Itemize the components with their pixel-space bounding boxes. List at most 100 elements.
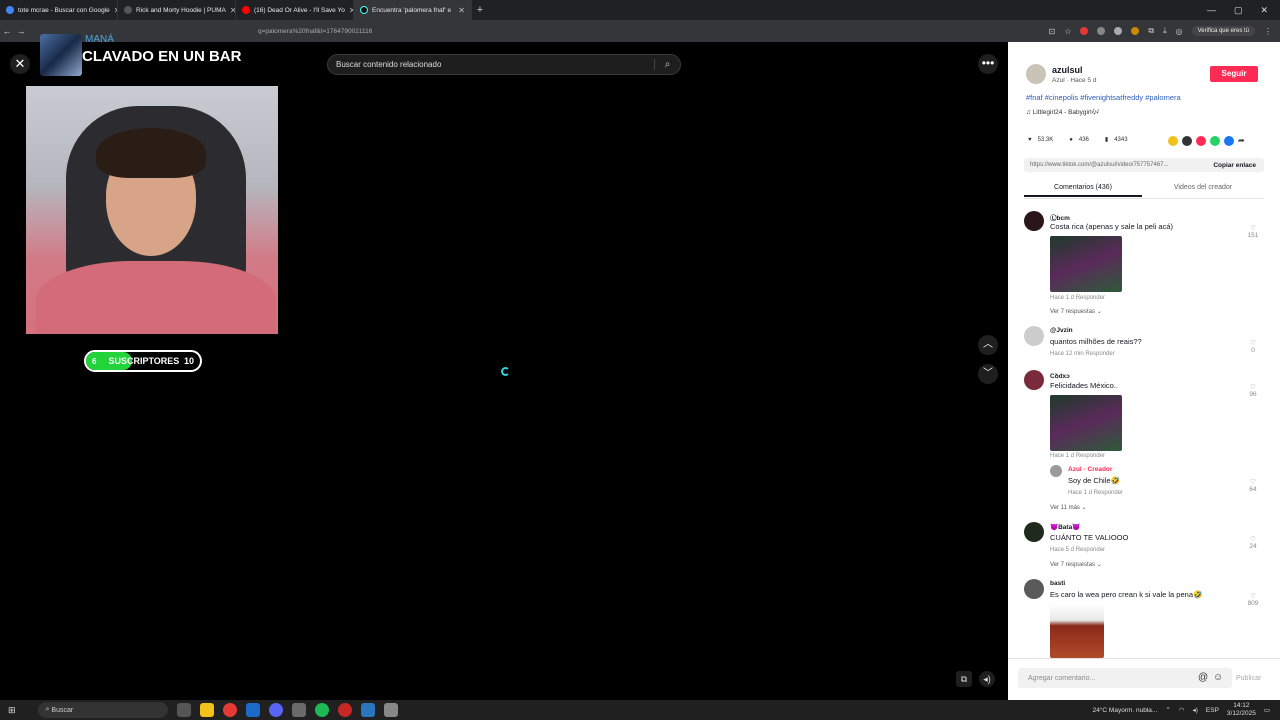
commenter-avatar[interactable] [1024, 579, 1044, 599]
close-window-icon[interactable]: ✕ [1260, 5, 1268, 16]
bookmark-icon[interactable]: ▮ [1105, 136, 1108, 143]
reply-button[interactable]: Responder [1094, 490, 1123, 496]
comment-like[interactable]: ♡ 24 [1246, 535, 1260, 550]
chrome-icon[interactable] [222, 703, 237, 717]
speaker-icon[interactable]: ◂) [1192, 706, 1197, 714]
send-icon[interactable] [1196, 136, 1206, 146]
tray-expand-icon[interactable]: ⌃ [1165, 706, 1170, 714]
publish-button[interactable]: Publicar [1236, 675, 1261, 682]
download-icon[interactable]: ⤓ [1163, 26, 1167, 36]
comment-like[interactable]: ♡ 151 [1246, 224, 1260, 239]
repost-icon[interactable] [1168, 136, 1178, 146]
more-options-button[interactable]: ••• [978, 54, 998, 74]
steam-icon[interactable] [360, 703, 375, 717]
task-view-icon[interactable] [176, 703, 191, 717]
notification-icon[interactable]: ▭ [1264, 706, 1270, 714]
heart-outline-icon[interactable]: ♡ [1246, 592, 1260, 600]
browser-tab-active[interactable]: Encuentra 'palomera fnaf' e ✕ [354, 0, 472, 20]
comment-like[interactable]: ♡ 96 [1246, 383, 1260, 398]
spotify-icon[interactable] [314, 703, 329, 717]
browser-tab[interactable]: Rick and Morty Hoodie | PUMA ✕ [118, 0, 236, 20]
profile-icon[interactable]: ◎ [1176, 27, 1183, 36]
follow-button[interactable]: Seguir [1210, 66, 1258, 82]
wifi-icon[interactable]: ◠ [1179, 706, 1185, 714]
menu-icon[interactable]: ⋮ [1264, 27, 1272, 36]
creator-username[interactable]: azulsul [1052, 65, 1083, 75]
maximize-icon[interactable]: ▢ [1234, 5, 1243, 16]
heart-outline-icon[interactable]: ♡ [1246, 339, 1260, 347]
new-tab-button[interactable]: + [472, 4, 488, 16]
emoji-icon[interactable]: ☺ [1213, 672, 1223, 683]
file-explorer-icon[interactable] [199, 703, 214, 717]
browser-tab[interactable]: tote mcrae - Buscar con Google✕ [0, 0, 118, 20]
commenter-name[interactable]: basti [1050, 580, 1065, 587]
clock[interactable]: 14:12 3/12/2025 [1227, 702, 1256, 718]
comment-like[interactable]: ♡ 64 [1246, 478, 1260, 493]
embed-icon[interactable] [1182, 136, 1192, 146]
commenter-name[interactable]: @Jvzin [1050, 327, 1073, 334]
share-arrow-icon[interactable]: ➦ [1238, 136, 1245, 146]
facebook-icon[interactable] [1224, 136, 1234, 146]
volume-icon[interactable]: ◂) [979, 671, 995, 687]
creator-avatar[interactable] [1026, 64, 1046, 84]
discord-icon[interactable] [268, 703, 283, 717]
install-icon[interactable]: ⊡ [1049, 27, 1056, 36]
search-icon[interactable]: ⌕ [654, 59, 680, 70]
obs-icon[interactable] [337, 703, 352, 717]
extension-icon[interactable] [1114, 27, 1123, 35]
view-more-replies-button[interactable]: Ver 11 más ⌄ [1050, 504, 1087, 511]
comment-like[interactable]: ♡ 809 [1246, 592, 1260, 607]
tab-comments[interactable]: Comentarios (436) [1024, 184, 1142, 197]
heart-outline-icon[interactable]: ♡ [1246, 478, 1260, 486]
url-text[interactable]: q=palomera%20fnaf&t=1764790021116 [258, 28, 372, 35]
commenter-name[interactable]: Ⓛbcm [1050, 212, 1070, 222]
forward-icon[interactable]: → [14, 26, 28, 36]
copy-link-button[interactable]: Copiar enlace [1213, 162, 1264, 169]
app-icon[interactable] [291, 703, 306, 717]
close-button[interactable]: ✕ [10, 54, 30, 74]
back-icon[interactable]: ← [0, 26, 14, 36]
heart-icon[interactable]: ♥ [1028, 137, 1032, 143]
view-replies-button[interactable]: Ver 7 respuestas ⌄ [1050, 561, 1102, 568]
verify-badge[interactable]: Verifica que eres tú [1191, 26, 1255, 36]
creator-reply-avatar[interactable] [1050, 465, 1062, 477]
browser-tab[interactable]: (16) Dead Or Alive - I'll Save Yo✕ [236, 0, 354, 20]
related-search-input[interactable]: Buscar contenido relacionado ⌕ [327, 54, 681, 75]
reply-button[interactable]: Responder [1076, 547, 1105, 553]
taskbar-search[interactable]: ⌕ Buscar [37, 702, 168, 718]
heart-outline-icon[interactable]: ♡ [1246, 535, 1260, 543]
commenter-name[interactable]: Cꝺdxɔ [1050, 371, 1070, 380]
commenter-name[interactable]: 😈Bata😈 [1050, 523, 1080, 531]
comment-like[interactable]: ♡ 0 [1246, 339, 1260, 354]
windows-start-icon[interactable]: ⊞ [8, 705, 16, 716]
whatsapp-icon[interactable] [1210, 136, 1220, 146]
extension-icon[interactable] [1080, 27, 1089, 35]
tab-creator-videos[interactable]: Videos del creador [1144, 184, 1262, 191]
app-icon[interactable] [383, 703, 398, 717]
reply-button[interactable]: Responder [1076, 453, 1105, 459]
commenter-avatar[interactable] [1024, 326, 1044, 346]
creator-reply-name[interactable]: Azul · Creador [1068, 466, 1112, 473]
heart-outline-icon[interactable]: ♡ [1246, 383, 1260, 391]
hashtags[interactable]: #fnaf #cinepolis #fivenightsatfreddy #pa… [1026, 93, 1181, 102]
minimize-icon[interactable]: — [1207, 5, 1216, 16]
comment-icon[interactable]: ● [1069, 137, 1073, 143]
weather-text[interactable]: 24°C Mayorm. nubla... [1093, 707, 1158, 714]
language-indicator[interactable]: ESP [1206, 707, 1219, 714]
commenter-avatar[interactable] [1024, 522, 1044, 542]
commenter-avatar[interactable] [1024, 211, 1044, 231]
close-tab-icon[interactable]: ✕ [458, 6, 465, 15]
extension-icon[interactable] [1131, 27, 1140, 35]
heart-outline-icon[interactable]: ♡ [1246, 224, 1260, 232]
extension-icon[interactable] [1097, 27, 1106, 35]
view-replies-button[interactable]: Ver 7 respuestas ⌄ [1050, 308, 1102, 315]
extensions-puzzle-icon[interactable]: ⧉ [1148, 26, 1154, 36]
reply-button[interactable]: Responder [1076, 295, 1105, 301]
commenter-avatar[interactable] [1024, 370, 1044, 390]
mention-icon[interactable]: @ [1198, 672, 1208, 683]
steam-icon[interactable] [245, 703, 260, 717]
floating-player-icon[interactable]: ⧉ [956, 671, 972, 687]
bookmark-star-icon[interactable]: ☆ [1064, 27, 1071, 36]
music-label[interactable]: ♫ Littlegirl24 - Babygirl🎶 [1026, 108, 1100, 116]
reply-button[interactable]: Responder [1085, 351, 1114, 357]
